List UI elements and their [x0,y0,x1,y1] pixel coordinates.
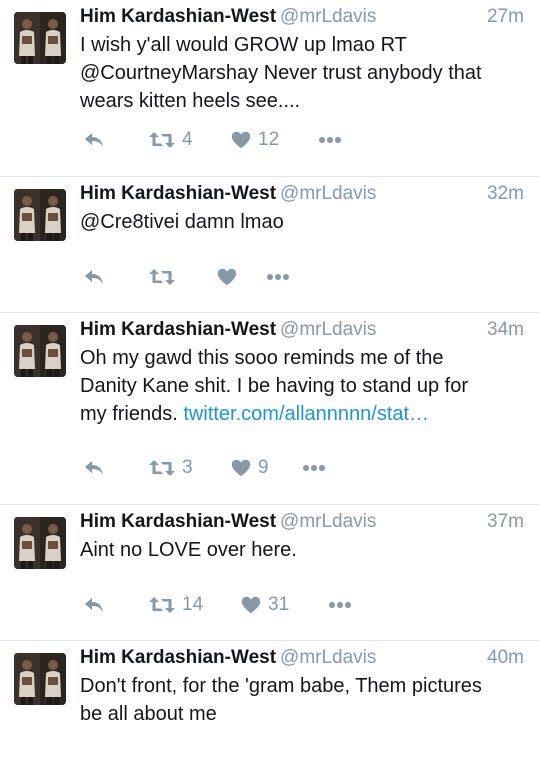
tweet-actions [82,265,296,289]
more-icon [302,464,326,472]
tweet[interactable]: Him Kardashian-West @mrLdavis 40m Don't f… [0,641,540,758]
author-handle[interactable]: @mrLdavis [280,511,376,532]
tweet-header: Him Kardashian-West @mrLdavis 27m [80,6,524,30]
tweet-text-line: I wish y'all would GROW up lmao RT [80,34,407,56]
tweet[interactable]: Him Kardashian-West @mrLdavis 34m Oh my g… [0,313,540,505]
retweet-icon [148,265,176,289]
tweet-text-line: Danity Kane shit. I be having to stand u… [80,375,469,397]
tweet-time[interactable]: 27m [487,6,524,28]
author-handle[interactable]: @mrLdavis [280,319,376,340]
retweet-count: 3 [182,457,193,478]
retweet-count: 14 [182,594,204,615]
author-name[interactable]: Him Kardashian-West [80,6,276,27]
tweet-time[interactable]: 40m [487,647,524,669]
retweet-button[interactable]: 14 [148,593,240,617]
more-button[interactable] [328,601,358,609]
more-icon [318,136,342,144]
tweet-text-line: Aint no LOVE over here. [80,539,297,561]
retweet-button[interactable]: 3 [148,456,230,480]
like-button[interactable]: 12 [230,129,318,151]
tweet[interactable]: Him Kardashian-West @mrLdavis 37m Aint no… [0,505,540,641]
tweet-text: Aint no LOVE over here. [80,536,520,564]
author-handle[interactable]: @mrLdavis [280,647,376,668]
reply-button[interactable] [82,593,148,617]
tweet-content: Him Kardashian-West @mrLdavis 32m @Cre8ti… [80,183,524,236]
heart-icon [230,457,252,479]
avatar[interactable] [14,189,66,241]
tweet-header: Him Kardashian-West @mrLdavis 34m [80,319,524,343]
tweet-actions: 14 31 [82,593,358,617]
reply-icon [82,456,106,480]
tweet-text-line: Oh my gawd this sooo reminds me of the [80,347,444,369]
tweet-text: I wish y'all would GROW up lmao RT @Cour… [80,31,520,115]
tweet-content: Him Kardashian-West @mrLdavis 34m Oh my g… [80,319,524,428]
more-button[interactable] [318,136,348,144]
retweet-icon [148,128,176,152]
tweet-time[interactable]: 32m [487,183,524,205]
author-handle[interactable]: @mrLdavis [280,6,376,27]
heart-icon [230,129,252,151]
tweet-time[interactable]: 34m [487,319,524,341]
heart-icon [240,594,262,616]
avatar[interactable] [14,517,66,569]
tweet-header: Him Kardashian-West @mrLdavis 40m [80,647,524,671]
author-handle[interactable]: @mrLdavis [280,183,376,204]
tweet-text-line: my friends. twitter.com/allannnnn/stat… [80,400,520,428]
tweet-text: @Cre8tivei damn lmao [80,208,520,236]
avatar[interactable] [14,653,66,705]
retweet-button[interactable] [148,265,216,289]
tweet-header: Him Kardashian-West @mrLdavis 32m [80,183,524,207]
tweet-content: Him Kardashian-West @mrLdavis 27m I wish … [80,6,524,115]
author-name[interactable]: Him Kardashian-West [80,647,276,668]
tweet-actions: 4 12 [82,128,348,152]
tweet-header: Him Kardashian-West @mrLdavis 37m [80,511,524,535]
tweet-text-line: wears kitten heels see.... [80,90,301,112]
like-button[interactable] [216,266,266,288]
like-button[interactable]: 9 [230,457,302,479]
tweet-text: Oh my gawd this sooo reminds me of the D… [80,344,520,428]
avatar[interactable] [14,12,66,64]
like-button[interactable]: 31 [240,594,328,616]
author-name[interactable]: Him Kardashian-West [80,319,276,340]
more-button[interactable] [302,464,332,472]
timeline: Him Kardashian-West @mrLdavis 27m I wish … [0,0,540,758]
tweet-text-line: Don't front, for the 'gram babe, Them pi… [80,675,482,697]
more-icon [266,273,290,281]
avatar[interactable] [14,325,66,377]
tweet[interactable]: Him Kardashian-West @mrLdavis 27m I wish … [0,0,540,177]
retweet-icon [148,593,176,617]
author-name[interactable]: Him Kardashian-West [80,183,276,204]
tweet[interactable]: Him Kardashian-West @mrLdavis 32m @Cre8ti… [0,177,540,313]
more-icon [328,601,352,609]
tweet-actions: 3 9 [82,456,332,480]
more-button[interactable] [266,273,296,281]
tweet-text: Don't front, for the 'gram babe, Them pi… [80,672,520,728]
heart-icon [216,266,238,288]
reply-button[interactable] [82,265,148,289]
like-count: 12 [258,129,280,150]
tweet-content: Him Kardashian-West @mrLdavis 37m Aint no… [80,511,524,564]
tweet-text-line: @CourtneyMarshay Never trust anybody tha… [80,62,482,84]
retweet-button[interactable]: 4 [148,128,230,152]
reply-icon [82,593,106,617]
retweet-count: 4 [182,129,193,150]
tweet-content: Him Kardashian-West @mrLdavis 40m Don't f… [80,647,524,728]
author-name[interactable]: Him Kardashian-West [80,511,276,532]
like-count: 9 [258,457,269,478]
retweet-icon [148,456,176,480]
tweet-time[interactable]: 37m [487,511,524,533]
reply-icon [82,128,106,152]
reply-button[interactable] [82,128,148,152]
tweet-text-fragment: my friends. [80,403,178,425]
reply-icon [82,265,106,289]
tweet-text-line: be all about me [80,703,217,725]
tweet-link[interactable]: twitter.com/allannnnn/stat… [183,403,429,425]
like-count: 31 [268,594,290,615]
tweet-text-line: @Cre8tivei damn lmao [80,211,284,233]
reply-button[interactable] [82,456,148,480]
